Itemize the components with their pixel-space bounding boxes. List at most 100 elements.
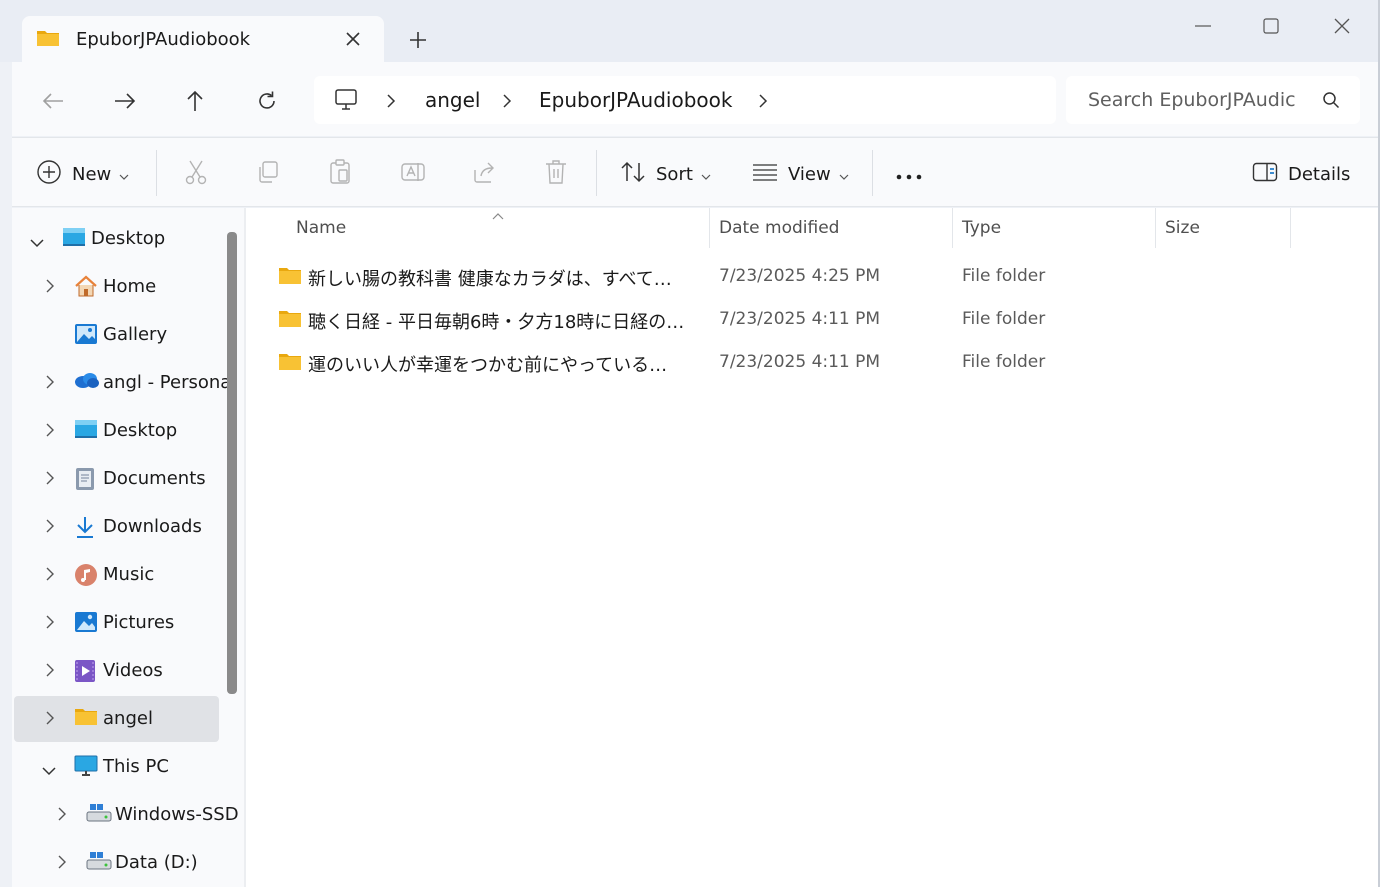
- chevron-down-icon[interactable]: [42, 761, 56, 780]
- details-pane-icon: [1252, 162, 1278, 186]
- refresh-button[interactable]: [250, 86, 284, 116]
- breadcrumb-epuborjpaudiobook[interactable]: EpuborJPAudiobook: [539, 88, 732, 112]
- add-circle-icon: [36, 159, 62, 189]
- chevron-right-icon[interactable]: [58, 806, 67, 825]
- sidebar-item[interactable]: angel: [14, 696, 219, 742]
- sort-ascending-icon: [492, 205, 504, 224]
- folder-icon: [36, 28, 60, 52]
- sidebar-item-label: angl - Personal: [103, 372, 237, 393]
- folder-icon: [278, 352, 302, 376]
- sidebar-item[interactable]: Pictures: [14, 600, 219, 646]
- file-row[interactable]: 新しい腸の教科書 健康なカラダは、すべて… 7/23/2025 4:25 PM …: [266, 257, 1346, 297]
- search-input[interactable]: Search EpuborJPAudic: [1088, 89, 1296, 111]
- column-divider[interactable]: [1155, 208, 1156, 248]
- column-name[interactable]: Name: [296, 218, 346, 238]
- desktop-icon: [62, 227, 86, 251]
- search-box[interactable]: Search EpuborJPAudic: [1066, 76, 1360, 124]
- drive-icon: [86, 803, 112, 827]
- chevron-right-icon[interactable]: [46, 278, 55, 297]
- sidebar-item-label: Videos: [103, 660, 163, 681]
- chevron-right-icon[interactable]: [46, 518, 55, 537]
- monitor-icon[interactable]: [334, 88, 358, 116]
- view-button[interactable]: View: [752, 158, 849, 190]
- folder-icon: [74, 707, 98, 731]
- column-date-modified[interactable]: Date modified: [719, 218, 839, 238]
- file-row[interactable]: 運のいい人が幸運をつかむ前にやっている… 7/23/2025 4:11 PM F…: [266, 343, 1346, 383]
- file-row[interactable]: 聴く日経 - 平日毎朝6時・夕方18時に日経の… 7/23/2025 4:11 …: [266, 300, 1346, 340]
- view-label: View: [788, 163, 831, 185]
- sidebar-item[interactable]: Desktop: [14, 216, 219, 262]
- drive-icon: [86, 851, 112, 875]
- sidebar-item[interactable]: Downloads: [14, 504, 219, 550]
- sidebar-item[interactable]: angl - Personal: [14, 360, 236, 406]
- chevron-right-icon[interactable]: [46, 566, 55, 585]
- folder-icon: [278, 309, 302, 333]
- column-divider[interactable]: [709, 208, 710, 248]
- chevron-right-icon[interactable]: [46, 470, 55, 489]
- chevron-down-icon[interactable]: [30, 233, 44, 252]
- sidebar-item-label: Data (D:): [115, 852, 198, 873]
- chevron-right-icon[interactable]: [58, 854, 67, 873]
- file-name[interactable]: 運のいい人が幸運をつかむ前にやっている…: [308, 351, 667, 377]
- column-divider[interactable]: [1290, 208, 1291, 248]
- new-button[interactable]: New: [36, 158, 129, 190]
- file-date-modified: 7/23/2025 4:11 PM: [719, 352, 881, 372]
- new-tab-button[interactable]: [404, 26, 432, 54]
- sidebar-item[interactable]: Music: [14, 552, 219, 598]
- up-button[interactable]: [178, 86, 212, 116]
- sidebar-item[interactable]: Gallery: [14, 312, 219, 358]
- rename-button[interactable]: [400, 158, 426, 190]
- paste-button[interactable]: [328, 158, 352, 190]
- paste-icon: [328, 159, 352, 189]
- delete-button[interactable]: [544, 158, 568, 190]
- sidebar-item-label: Home: [103, 276, 157, 297]
- sidebar-item-label: Desktop: [91, 228, 166, 249]
- column-size[interactable]: Size: [1165, 218, 1200, 238]
- file-name[interactable]: 新しい腸の教科書 健康なカラダは、すべて…: [308, 265, 672, 291]
- chevron-right-icon[interactable]: [46, 662, 55, 681]
- sort-button[interactable]: Sort: [620, 158, 711, 190]
- chevron-right-icon[interactable]: [386, 93, 396, 112]
- sidebar-item[interactable]: Desktop: [14, 408, 219, 454]
- sidebar-item[interactable]: This PC: [14, 744, 219, 790]
- sidebar-item[interactable]: Data (D:): [14, 840, 219, 886]
- close-window-button[interactable]: [1319, 10, 1365, 42]
- column-divider[interactable]: [952, 208, 953, 248]
- copy-button[interactable]: [256, 158, 280, 190]
- chevron-right-icon[interactable]: [758, 93, 768, 112]
- file-name[interactable]: 聴く日経 - 平日毎朝6時・夕方18時に日経の…: [308, 308, 684, 334]
- breadcrumb-angel[interactable]: angel: [425, 88, 481, 112]
- gallery-icon: [74, 323, 98, 349]
- chevron-right-icon[interactable]: [502, 93, 512, 112]
- back-button[interactable]: [36, 86, 70, 116]
- forward-button[interactable]: [108, 86, 142, 116]
- search-icon[interactable]: [1322, 91, 1340, 113]
- sidebar-item[interactable]: Home: [14, 264, 219, 310]
- details-label: Details: [1288, 163, 1351, 185]
- sidebar-item[interactable]: Documents: [14, 456, 219, 502]
- tab-epuborjpaudiobook[interactable]: EpuborJPAudiobook: [22, 16, 384, 62]
- maximize-button[interactable]: [1248, 10, 1294, 42]
- address-bar[interactable]: angel EpuborJPAudiobook: [314, 76, 1056, 124]
- more-options-button[interactable]: [896, 158, 922, 190]
- minimize-button[interactable]: [1180, 10, 1226, 42]
- more-icon: [896, 165, 922, 184]
- pictures-icon: [74, 611, 98, 637]
- column-type[interactable]: Type: [962, 218, 1001, 238]
- sidebar-scrollbar[interactable]: [227, 232, 237, 694]
- details-pane-button[interactable]: Details: [1252, 158, 1350, 190]
- file-type: File folder: [962, 309, 1046, 329]
- chevron-right-icon[interactable]: [46, 422, 55, 441]
- chevron-down-icon: [701, 165, 711, 184]
- tab-title: EpuborJPAudiobook: [76, 29, 251, 50]
- chevron-right-icon[interactable]: [46, 374, 55, 393]
- sidebar-item[interactable]: Videos: [14, 648, 219, 694]
- sidebar-item[interactable]: Windows-SSD: [14, 792, 239, 838]
- cut-button[interactable]: [184, 158, 208, 190]
- chevron-down-icon: [119, 165, 129, 184]
- chevron-right-icon[interactable]: [46, 710, 55, 729]
- close-tab-icon[interactable]: [340, 26, 366, 52]
- trash-icon: [544, 159, 568, 189]
- share-button[interactable]: [472, 158, 498, 190]
- chevron-right-icon[interactable]: [46, 614, 55, 633]
